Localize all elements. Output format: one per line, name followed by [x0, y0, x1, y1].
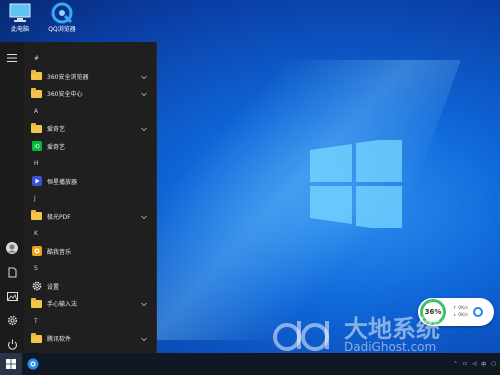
folder-icon: [31, 87, 42, 99]
browser-icon: [27, 358, 39, 370]
iqiyi-icon: iQ: [31, 141, 42, 152]
app-list-item-label: 酷我音乐: [47, 248, 72, 256]
computer-icon: [7, 2, 33, 24]
chevron-down-icon: [141, 92, 147, 97]
taskbar: ⌃ ▭ ◁ 中 ▢: [0, 353, 500, 375]
hamburger-menu-icon[interactable]: [4, 50, 20, 66]
app-list-item[interactable]: 设置: [24, 278, 157, 296]
svg-text:iQ: iQ: [34, 144, 39, 150]
app-list-item[interactable]: iQ 爱奇艺: [24, 138, 157, 156]
group-letter-k[interactable]: K: [24, 225, 157, 243]
app-list-item-label: 360安全浏览器: [47, 73, 89, 81]
folder-icon: [31, 297, 42, 309]
app-list-item-label: 爱奇艺: [47, 143, 66, 151]
folder-icon: [31, 122, 42, 134]
app-list-item-label: 设置: [47, 283, 60, 291]
network-icon[interactable]: ▭: [463, 361, 468, 367]
gear-icon: [31, 281, 42, 291]
app-list-item[interactable]: 恒星播放器: [24, 173, 157, 191]
watermark: 大地系统 DadiGhost.com: [270, 316, 500, 353]
start-menu-rail: [0, 42, 24, 353]
notification-icon[interactable]: ▢: [491, 361, 496, 367]
app-list-item-label: 手心输入法: [47, 301, 78, 309]
app-list-item[interactable]: 手心输入法: [24, 295, 157, 313]
app-list-item[interactable]: 腾讯软件: [24, 330, 157, 348]
chevron-down-icon: [141, 337, 147, 342]
group-letter-s[interactable]: S: [24, 260, 157, 278]
watermark-url: DadiGhost.com: [344, 339, 437, 354]
folder-icon: [31, 210, 42, 221]
user-account-icon[interactable]: [4, 240, 20, 256]
app-list-item-label: 360安全中心: [47, 91, 83, 99]
group-letter-hash[interactable]: #: [24, 50, 157, 68]
chevron-down-icon: [141, 75, 147, 79]
chevron-down-icon: [141, 215, 147, 219]
group-letter-h[interactable]: H: [24, 155, 157, 173]
desktop-icon-label: 此电脑: [10, 26, 29, 33]
app-list-item-label: 腾讯软件: [47, 336, 72, 344]
taskbar-browser-button[interactable]: [22, 353, 44, 375]
system-tray: ⌃ ▭ ◁ 中 ▢: [453, 353, 496, 375]
folder-icon: [31, 70, 42, 81]
app-list-item-label: 极光PDF: [47, 213, 71, 221]
app-list-item[interactable]: 360安全中心: [24, 85, 157, 103]
pictures-icon[interactable]: [4, 288, 20, 304]
folder-icon: [31, 332, 42, 344]
app-list-item-label: 爱奇艺: [47, 126, 66, 134]
tray-expand-icon[interactable]: ⌃: [453, 361, 457, 367]
group-letter-t[interactable]: T: [24, 313, 157, 331]
desktop-icon-qq-browser[interactable]: QQ浏览器: [42, 2, 82, 34]
chevron-down-icon: [141, 302, 147, 307]
start-button[interactable]: [0, 353, 22, 375]
group-letter-a[interactable]: A: [24, 103, 157, 121]
upload-speed: 0K/s: [458, 306, 468, 311]
input-method-icon[interactable]: 中: [481, 361, 486, 368]
app-list-item[interactable]: 极光PDF: [24, 208, 157, 226]
volume-icon[interactable]: ◁: [472, 361, 476, 367]
power-icon[interactable]: [4, 336, 20, 352]
desktop-icon-label: QQ浏览器: [48, 26, 76, 33]
start-menu: # 360安全浏览器 360安全中心 A 爱奇艺 iQ 爱奇艺 H 恒星播放器 …: [0, 42, 157, 353]
desktop-icon-this-pc[interactable]: 此电脑: [0, 2, 40, 34]
watermark-title: 大地系统: [344, 314, 440, 343]
app-list-item[interactable]: 酷我音乐: [24, 243, 157, 261]
settings-gear-icon[interactable]: [4, 312, 20, 328]
player-icon: [31, 176, 42, 187]
app-list-item-label: 恒星播放器: [47, 178, 78, 186]
windows-logo-wallpaper: [310, 140, 402, 228]
app-list-item[interactable]: 360安全浏览器: [24, 68, 157, 86]
qq-browser-icon: [49, 2, 75, 24]
app-list-item[interactable]: 爱奇艺: [24, 120, 157, 138]
chevron-down-icon: [141, 127, 147, 132]
windows-start-icon: [6, 359, 16, 369]
watermark-logo-icon: [273, 320, 329, 351]
upload-arrow-icon: ↑: [453, 306, 457, 311]
kuwo-music-icon: [31, 246, 42, 257]
documents-icon[interactable]: [4, 264, 20, 280]
group-letter-j[interactable]: J: [24, 190, 157, 208]
app-list: # 360安全浏览器 360安全中心 A 爱奇艺 iQ 爱奇艺 H 恒星播放器 …: [24, 50, 157, 348]
